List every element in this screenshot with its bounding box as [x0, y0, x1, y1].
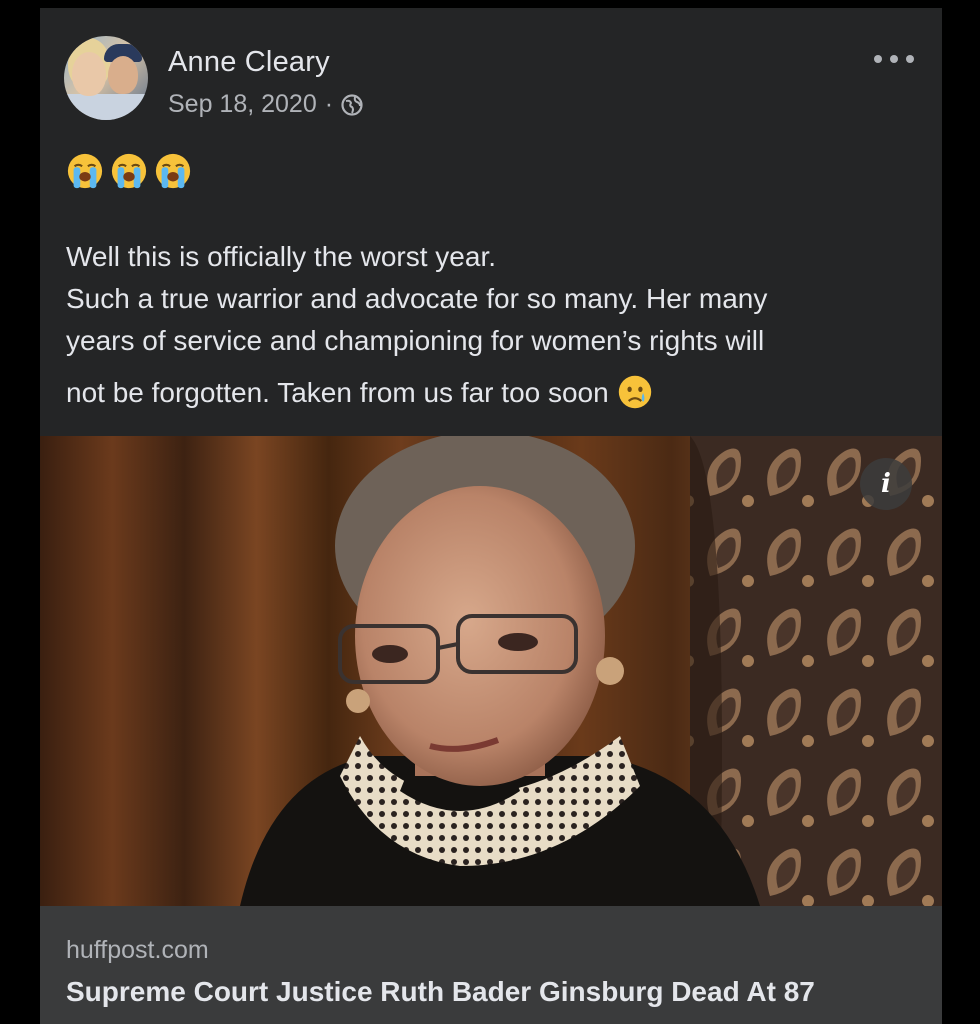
globe-icon[interactable] — [341, 93, 363, 116]
post-card: Anne Cleary Sep 18, 2020 · Well this is … — [40, 8, 942, 1024]
post-text-line: Such a true warrior and advocate for so … — [66, 283, 768, 314]
link-preview-footer[interactable]: huffpost.com Supreme Court Justice Ruth … — [40, 906, 942, 1024]
post-text-line: not be forgotten. Taken from us far too … — [66, 377, 609, 408]
link-title[interactable]: Supreme Court Justice Ruth Bader Ginsbur… — [66, 976, 815, 1008]
author-name[interactable]: Anne Cleary — [168, 46, 330, 79]
avatar[interactable] — [64, 36, 148, 120]
post-date[interactable]: Sep 18, 2020 — [168, 90, 317, 119]
post-meta: Sep 18, 2020 · — [168, 90, 363, 119]
meta-separator: · — [324, 90, 334, 118]
crying-face-icon — [618, 375, 651, 409]
loudly-crying-face-icon — [111, 153, 147, 189]
reaction-emoji-row — [66, 152, 192, 190]
link-domain: huffpost.com — [66, 936, 209, 964]
post-text-line: Well this is officially the worst year. — [66, 241, 497, 272]
loudly-crying-face-icon — [155, 153, 191, 189]
post-text: Well this is officially the worst year. … — [66, 236, 916, 414]
loudly-crying-face-icon — [67, 153, 103, 189]
info-button[interactable]: i — [860, 458, 912, 510]
post-text-line: years of service and championing for wom… — [66, 325, 765, 356]
link-preview-image[interactable]: i — [40, 436, 942, 906]
more-options-icon[interactable] — [874, 52, 914, 66]
post-text-line-final: not be forgotten. Taken from us far too … — [66, 372, 916, 414]
post-header: Anne Cleary Sep 18, 2020 · — [64, 36, 914, 120]
